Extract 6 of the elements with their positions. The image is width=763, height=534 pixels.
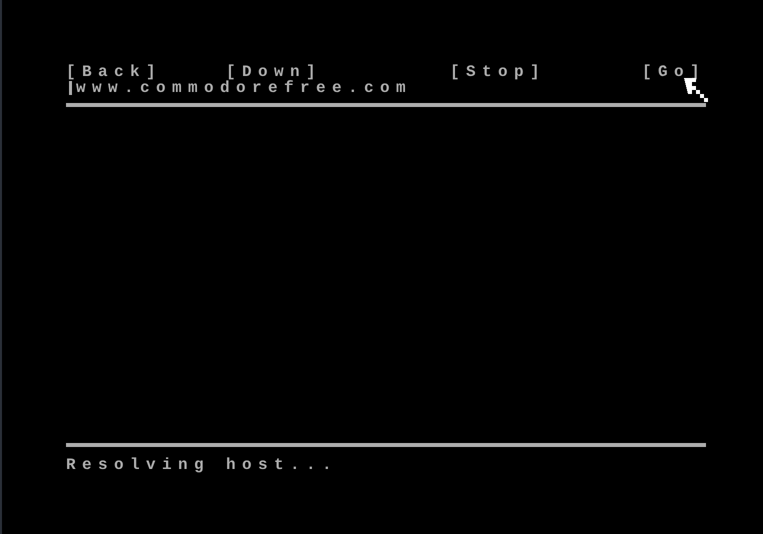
address-field[interactable]: www.commodorefree.com	[76, 79, 636, 97]
toolbar-button[interactable]: [Go]	[642, 62, 706, 82]
toolbar-button[interactable]: [Back]	[66, 62, 162, 82]
toolbar-button[interactable]: [Stop]	[450, 62, 546, 82]
text-cursor	[69, 81, 72, 95]
status-text: Resolving host...	[66, 455, 340, 475]
